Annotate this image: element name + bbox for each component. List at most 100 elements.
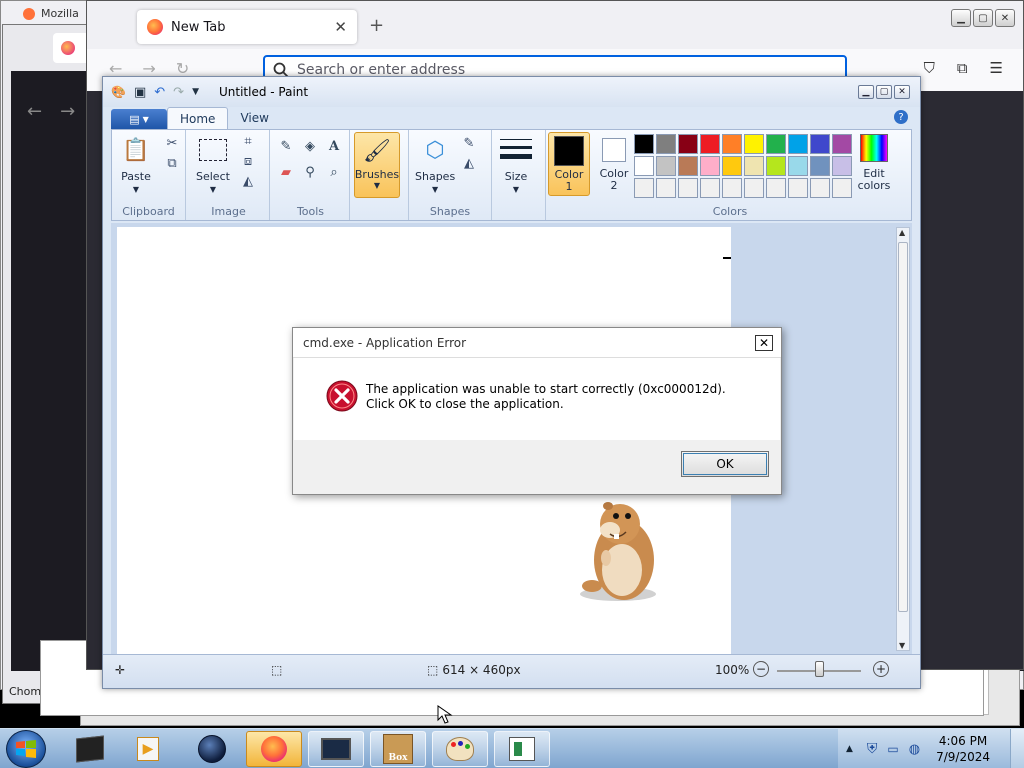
shield-icon[interactable]: ⛨ (867, 741, 878, 757)
fill-shape-icon[interactable]: ◭ (459, 154, 479, 172)
palette-swatch[interactable] (788, 134, 808, 154)
text-icon[interactable]: A (324, 136, 344, 156)
new-tab-button[interactable]: + (369, 15, 384, 36)
file-menu-button[interactable]: ▤ ▼ (111, 109, 167, 129)
fill-icon[interactable]: ◈ (300, 136, 320, 156)
scroll-down-icon[interactable]: ▼ (899, 641, 905, 650)
taskbar-item-globe[interactable] (184, 731, 240, 767)
clock[interactable]: 4:06 PM 7/9/2024 (936, 733, 990, 765)
edit-colors-button[interactable]: Edit colors (854, 132, 894, 192)
palette-swatch[interactable] (700, 178, 720, 198)
palette-swatch[interactable] (678, 134, 698, 154)
tab-home[interactable]: Home (167, 107, 229, 129)
palette-swatch[interactable] (634, 156, 654, 176)
quick-access-toolbar: 🎨 ▣ ↶ ↷ ▼ (111, 85, 199, 100)
palette-swatch[interactable] (744, 156, 764, 176)
close-icon[interactable]: ✕ (894, 85, 910, 99)
color2-button[interactable]: Color 2 (594, 132, 634, 196)
palette-swatch[interactable] (788, 156, 808, 176)
brushes-button[interactable]: 🖌 Brushes ▼ (354, 132, 400, 198)
mouse-pointer-icon (437, 705, 453, 724)
palette-swatch[interactable] (700, 134, 720, 154)
taskbar-item-window[interactable] (308, 731, 364, 767)
zoom-slider-thumb[interactable] (815, 661, 824, 677)
color-picker-icon[interactable]: ⚲ (300, 162, 320, 182)
vertical-scrollbar[interactable]: ▲ ▼ (896, 227, 910, 651)
undo-icon[interactable]: ↶ (154, 85, 165, 100)
redo-icon[interactable]: ↷ (173, 85, 184, 100)
outline-icon[interactable]: ✎ (459, 134, 479, 152)
network-icon[interactable]: ▭ (887, 742, 898, 756)
eraser-icon[interactable]: ▰ (276, 162, 296, 182)
palette-swatch[interactable] (766, 178, 786, 198)
shapes-button[interactable]: ⬡ Shapes ▼ (415, 134, 455, 196)
palette-swatch[interactable] (766, 156, 786, 176)
start-button[interactable] (6, 730, 46, 768)
taskbar-item-terminal[interactable] (62, 731, 118, 767)
palette-swatch[interactable] (832, 134, 852, 154)
show-desktop-button[interactable] (1010, 729, 1024, 768)
close-icon[interactable]: ✕ (995, 9, 1015, 27)
magnifier-icon[interactable]: ⌕ (324, 162, 344, 182)
scrollbar-thumb[interactable] (898, 242, 908, 612)
palette-swatch[interactable] (656, 134, 676, 154)
select-button[interactable]: Select ▼ (196, 134, 230, 196)
palette-swatch[interactable] (722, 178, 742, 198)
palette-swatch[interactable] (810, 156, 830, 176)
maximize-icon[interactable]: ▢ (876, 85, 892, 99)
palette-swatch[interactable] (700, 156, 720, 176)
zoom-out-icon[interactable]: − (753, 661, 769, 677)
palette-swatch[interactable] (634, 178, 654, 198)
tab-view[interactable]: View (228, 107, 280, 129)
copy-icon[interactable]: ⧉ (162, 154, 182, 172)
palette-swatch[interactable] (634, 134, 654, 154)
resize-icon[interactable]: ⧈ (238, 152, 258, 170)
scroll-up-icon[interactable]: ▲ (899, 228, 905, 237)
save-icon[interactable]: ▣ (134, 85, 146, 100)
palette-swatch[interactable] (678, 156, 698, 176)
taskbar-item-paint[interactable] (432, 731, 488, 767)
tray-expand-icon[interactable]: ▲ (846, 744, 853, 754)
help-icon[interactable]: ? (894, 110, 908, 124)
palette-swatch[interactable] (722, 134, 742, 154)
palette-swatch[interactable] (810, 134, 830, 154)
palette-swatch[interactable] (656, 178, 676, 198)
paste-button[interactable]: 📋 Paste ▼ (120, 134, 152, 196)
taskbar-item-editor[interactable] (494, 731, 550, 767)
ok-button[interactable]: OK (681, 451, 769, 477)
color1-button[interactable]: Color 1 (548, 132, 590, 196)
volume-icon[interactable]: ◍ (909, 742, 920, 757)
menu-icon[interactable]: ☰ (990, 59, 1003, 77)
dialog-close-button[interactable]: ✕ (755, 335, 773, 351)
background-tab[interactable]: Mozilla (23, 7, 79, 20)
extensions-icon[interactable]: ⧉ (957, 59, 968, 77)
taskbar-item-firefox[interactable] (246, 731, 302, 767)
palette-swatch[interactable] (810, 178, 830, 198)
palette-swatch[interactable] (832, 178, 852, 198)
rotate-icon[interactable]: ◭ (238, 172, 258, 190)
palette-swatch[interactable] (656, 156, 676, 176)
palette-swatch[interactable] (766, 134, 786, 154)
palette-swatch[interactable] (788, 178, 808, 198)
palette-swatch[interactable] (744, 178, 764, 198)
minimize-icon[interactable]: ▁ (951, 9, 971, 27)
taskbar-item-box[interactable]: Box (370, 731, 426, 767)
size-button[interactable]: Size ▼ (500, 134, 532, 196)
close-tab-icon[interactable]: ✕ (334, 18, 347, 36)
maximize-icon[interactable]: ▢ (973, 9, 993, 27)
minimize-icon[interactable]: ▁ (858, 85, 874, 99)
qat-dropdown-icon[interactable]: ▼ (192, 87, 199, 97)
pencil-icon[interactable]: ✎ (276, 136, 296, 156)
palette-swatch[interactable] (678, 178, 698, 198)
paint-app-icon[interactable]: 🎨 (111, 85, 126, 99)
zoom-in-icon[interactable]: + (873, 661, 889, 677)
pocket-icon[interactable]: ⛉ (924, 59, 935, 77)
palette-swatch[interactable] (744, 134, 764, 154)
crop-icon[interactable]: ⌗ (238, 132, 258, 150)
taskbar-item-media-player[interactable]: ▶ (120, 731, 176, 767)
tab-new-tab[interactable]: New Tab ✕ (137, 10, 357, 44)
select-label: Select (196, 170, 230, 183)
palette-swatch[interactable] (722, 156, 742, 176)
palette-swatch[interactable] (832, 156, 852, 176)
cut-icon[interactable]: ✂ (162, 134, 182, 152)
